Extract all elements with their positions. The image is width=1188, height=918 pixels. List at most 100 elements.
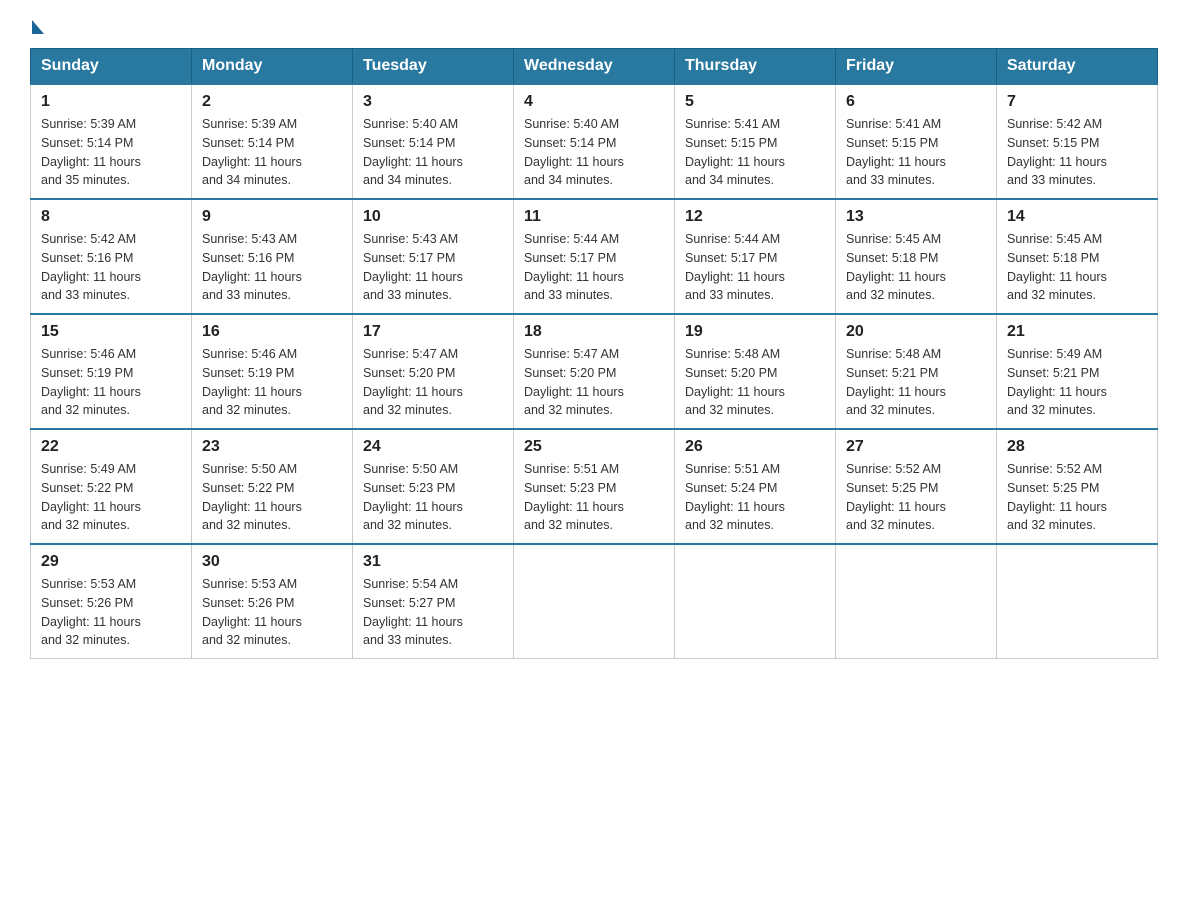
day-number: 6 bbox=[846, 93, 986, 111]
day-info: Sunrise: 5:40 AMSunset: 5:14 PMDaylight:… bbox=[524, 115, 664, 190]
day-info: Sunrise: 5:45 AMSunset: 5:18 PMDaylight:… bbox=[1007, 230, 1147, 305]
day-number: 2 bbox=[202, 93, 342, 111]
day-number: 7 bbox=[1007, 93, 1147, 111]
weekday-header-monday: Monday bbox=[192, 49, 353, 85]
day-info: Sunrise: 5:53 AMSunset: 5:26 PMDaylight:… bbox=[41, 575, 181, 650]
day-number: 29 bbox=[41, 553, 181, 571]
day-number: 15 bbox=[41, 323, 181, 341]
calendar-cell: 27 Sunrise: 5:52 AMSunset: 5:25 PMDayligh… bbox=[836, 429, 997, 544]
day-info: Sunrise: 5:49 AMSunset: 5:21 PMDaylight:… bbox=[1007, 345, 1147, 420]
day-info: Sunrise: 5:50 AMSunset: 5:23 PMDaylight:… bbox=[363, 460, 503, 535]
calendar-cell: 29 Sunrise: 5:53 AMSunset: 5:26 PMDayligh… bbox=[31, 544, 192, 659]
day-number: 5 bbox=[685, 93, 825, 111]
calendar-table: SundayMondayTuesdayWednesdayThursdayFrid… bbox=[30, 48, 1158, 659]
day-number: 22 bbox=[41, 438, 181, 456]
calendar-cell: 16 Sunrise: 5:46 AMSunset: 5:19 PMDayligh… bbox=[192, 314, 353, 429]
day-number: 26 bbox=[685, 438, 825, 456]
day-info: Sunrise: 5:50 AMSunset: 5:22 PMDaylight:… bbox=[202, 460, 342, 535]
calendar-cell bbox=[997, 544, 1158, 659]
calendar-cell: 25 Sunrise: 5:51 AMSunset: 5:23 PMDayligh… bbox=[514, 429, 675, 544]
day-number: 16 bbox=[202, 323, 342, 341]
calendar-cell: 23Sunrise: 5:50 AMSunset: 5:22 PMDayligh… bbox=[192, 429, 353, 544]
day-number: 10 bbox=[363, 208, 503, 226]
week-row-2: 8 Sunrise: 5:42 AMSunset: 5:16 PMDaylight… bbox=[31, 199, 1158, 314]
weekday-header-friday: Friday bbox=[836, 49, 997, 85]
week-row-3: 15 Sunrise: 5:46 AMSunset: 5:19 PMDayligh… bbox=[31, 314, 1158, 429]
day-info: Sunrise: 5:48 AMSunset: 5:21 PMDaylight:… bbox=[846, 345, 986, 420]
day-number: 13 bbox=[846, 208, 986, 226]
calendar-cell: 13 Sunrise: 5:45 AMSunset: 5:18 PMDayligh… bbox=[836, 199, 997, 314]
day-number: 21 bbox=[1007, 323, 1147, 341]
day-info: Sunrise: 5:40 AMSunset: 5:14 PMDaylight:… bbox=[363, 115, 503, 190]
calendar-cell: 1 Sunrise: 5:39 AMSunset: 5:14 PMDaylight… bbox=[31, 84, 192, 199]
day-number: 9 bbox=[202, 208, 342, 226]
calendar-cell: 20 Sunrise: 5:48 AMSunset: 5:21 PMDayligh… bbox=[836, 314, 997, 429]
day-number: 31 bbox=[363, 553, 503, 571]
day-info: Sunrise: 5:53 AMSunset: 5:26 PMDaylight:… bbox=[202, 575, 342, 650]
calendar-cell: 8 Sunrise: 5:42 AMSunset: 5:16 PMDaylight… bbox=[31, 199, 192, 314]
day-info: Sunrise: 5:48 AMSunset: 5:20 PMDaylight:… bbox=[685, 345, 825, 420]
day-info: Sunrise: 5:44 AMSunset: 5:17 PMDaylight:… bbox=[685, 230, 825, 305]
day-number: 8 bbox=[41, 208, 181, 226]
day-info: Sunrise: 5:39 AMSunset: 5:14 PMDaylight:… bbox=[41, 115, 181, 190]
calendar-cell: 4 Sunrise: 5:40 AMSunset: 5:14 PMDaylight… bbox=[514, 84, 675, 199]
calendar-cell: 6Sunrise: 5:41 AMSunset: 5:15 PMDaylight… bbox=[836, 84, 997, 199]
calendar-cell: 28Sunrise: 5:52 AMSunset: 5:25 PMDayligh… bbox=[997, 429, 1158, 544]
page-header bbox=[30, 20, 1158, 28]
calendar-cell: 5 Sunrise: 5:41 AMSunset: 5:15 PMDaylight… bbox=[675, 84, 836, 199]
calendar-cell: 11Sunrise: 5:44 AMSunset: 5:17 PMDayligh… bbox=[514, 199, 675, 314]
day-info: Sunrise: 5:49 AMSunset: 5:22 PMDaylight:… bbox=[41, 460, 181, 535]
day-info: Sunrise: 5:52 AMSunset: 5:25 PMDaylight:… bbox=[846, 460, 986, 535]
week-row-5: 29 Sunrise: 5:53 AMSunset: 5:26 PMDayligh… bbox=[31, 544, 1158, 659]
day-number: 17 bbox=[363, 323, 503, 341]
calendar-cell bbox=[514, 544, 675, 659]
day-number: 19 bbox=[685, 323, 825, 341]
day-info: Sunrise: 5:51 AMSunset: 5:24 PMDaylight:… bbox=[685, 460, 825, 535]
day-info: Sunrise: 5:45 AMSunset: 5:18 PMDaylight:… bbox=[846, 230, 986, 305]
day-info: Sunrise: 5:54 AMSunset: 5:27 PMDaylight:… bbox=[363, 575, 503, 650]
day-info: Sunrise: 5:42 AMSunset: 5:15 PMDaylight:… bbox=[1007, 115, 1147, 190]
calendar-cell bbox=[836, 544, 997, 659]
day-number: 4 bbox=[524, 93, 664, 111]
day-number: 25 bbox=[524, 438, 664, 456]
calendar-cell: 21 Sunrise: 5:49 AMSunset: 5:21 PMDayligh… bbox=[997, 314, 1158, 429]
day-info: Sunrise: 5:47 AMSunset: 5:20 PMDaylight:… bbox=[363, 345, 503, 420]
weekday-header-thursday: Thursday bbox=[675, 49, 836, 85]
calendar-cell: 2Sunrise: 5:39 AMSunset: 5:14 PMDaylight… bbox=[192, 84, 353, 199]
calendar-cell: 17 Sunrise: 5:47 AMSunset: 5:20 PMDayligh… bbox=[353, 314, 514, 429]
week-row-1: 1 Sunrise: 5:39 AMSunset: 5:14 PMDaylight… bbox=[31, 84, 1158, 199]
day-info: Sunrise: 5:44 AMSunset: 5:17 PMDaylight:… bbox=[524, 230, 664, 305]
week-row-4: 22 Sunrise: 5:49 AMSunset: 5:22 PMDayligh… bbox=[31, 429, 1158, 544]
weekday-header-tuesday: Tuesday bbox=[353, 49, 514, 85]
day-info: Sunrise: 5:51 AMSunset: 5:23 PMDaylight:… bbox=[524, 460, 664, 535]
day-number: 3 bbox=[363, 93, 503, 111]
calendar-cell: 31 Sunrise: 5:54 AMSunset: 5:27 PMDayligh… bbox=[353, 544, 514, 659]
day-info: Sunrise: 5:43 AMSunset: 5:16 PMDaylight:… bbox=[202, 230, 342, 305]
day-number: 18 bbox=[524, 323, 664, 341]
day-number: 24 bbox=[363, 438, 503, 456]
day-number: 20 bbox=[846, 323, 986, 341]
day-info: Sunrise: 5:46 AMSunset: 5:19 PMDaylight:… bbox=[41, 345, 181, 420]
day-number: 12 bbox=[685, 208, 825, 226]
weekday-header-sunday: Sunday bbox=[31, 49, 192, 85]
calendar-cell bbox=[675, 544, 836, 659]
calendar-cell: 7 Sunrise: 5:42 AMSunset: 5:15 PMDaylight… bbox=[997, 84, 1158, 199]
day-info: Sunrise: 5:41 AMSunset: 5:15 PMDaylight:… bbox=[685, 115, 825, 190]
logo-general bbox=[30, 20, 44, 32]
weekday-header-wednesday: Wednesday bbox=[514, 49, 675, 85]
calendar-cell: 15 Sunrise: 5:46 AMSunset: 5:19 PMDayligh… bbox=[31, 314, 192, 429]
day-info: Sunrise: 5:42 AMSunset: 5:16 PMDaylight:… bbox=[41, 230, 181, 305]
calendar-cell: 18 Sunrise: 5:47 AMSunset: 5:20 PMDayligh… bbox=[514, 314, 675, 429]
calendar-cell: 12 Sunrise: 5:44 AMSunset: 5:17 PMDayligh… bbox=[675, 199, 836, 314]
calendar-cell: 10Sunrise: 5:43 AMSunset: 5:17 PMDayligh… bbox=[353, 199, 514, 314]
day-number: 27 bbox=[846, 438, 986, 456]
weekday-header-row: SundayMondayTuesdayWednesdayThursdayFrid… bbox=[31, 49, 1158, 85]
day-number: 1 bbox=[41, 93, 181, 111]
day-info: Sunrise: 5:47 AMSunset: 5:20 PMDaylight:… bbox=[524, 345, 664, 420]
calendar-cell: 26 Sunrise: 5:51 AMSunset: 5:24 PMDayligh… bbox=[675, 429, 836, 544]
calendar-cell: 30 Sunrise: 5:53 AMSunset: 5:26 PMDayligh… bbox=[192, 544, 353, 659]
calendar-cell: 3 Sunrise: 5:40 AMSunset: 5:14 PMDaylight… bbox=[353, 84, 514, 199]
day-info: Sunrise: 5:46 AMSunset: 5:19 PMDaylight:… bbox=[202, 345, 342, 420]
day-number: 30 bbox=[202, 553, 342, 571]
day-number: 28 bbox=[1007, 438, 1147, 456]
